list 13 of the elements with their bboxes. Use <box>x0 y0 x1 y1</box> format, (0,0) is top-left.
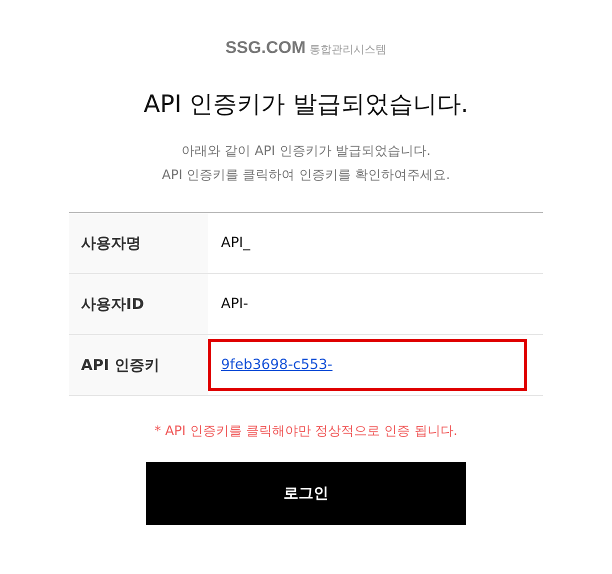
field-label: API 인증키 <box>69 335 208 395</box>
brand-logo: SSG.COM <box>225 38 306 58</box>
field-label: 사용자ID <box>69 274 208 334</box>
description-text: API 인증키를 클릭하여 인증키를 확인하여주세요. <box>162 167 450 184</box>
description-text: 아래와 같이 API 인증키가 발급되었습니다. <box>181 143 431 160</box>
api-key-link[interactable]: 9feb3698-c553- <box>221 357 332 373</box>
login-button[interactable]: 로그인 <box>146 462 466 525</box>
system-name: 통합관리시스템 <box>310 42 387 57</box>
notice-text: * API 인증키를 클릭해야만 정상적으로 인증 됩니다. <box>154 423 458 440</box>
field-label: 사용자명 <box>69 213 208 273</box>
page-title: API 인증키가 발급되었습니다. <box>144 89 468 120</box>
field-value: API- <box>221 296 248 312</box>
field-value: API_ <box>221 235 250 251</box>
